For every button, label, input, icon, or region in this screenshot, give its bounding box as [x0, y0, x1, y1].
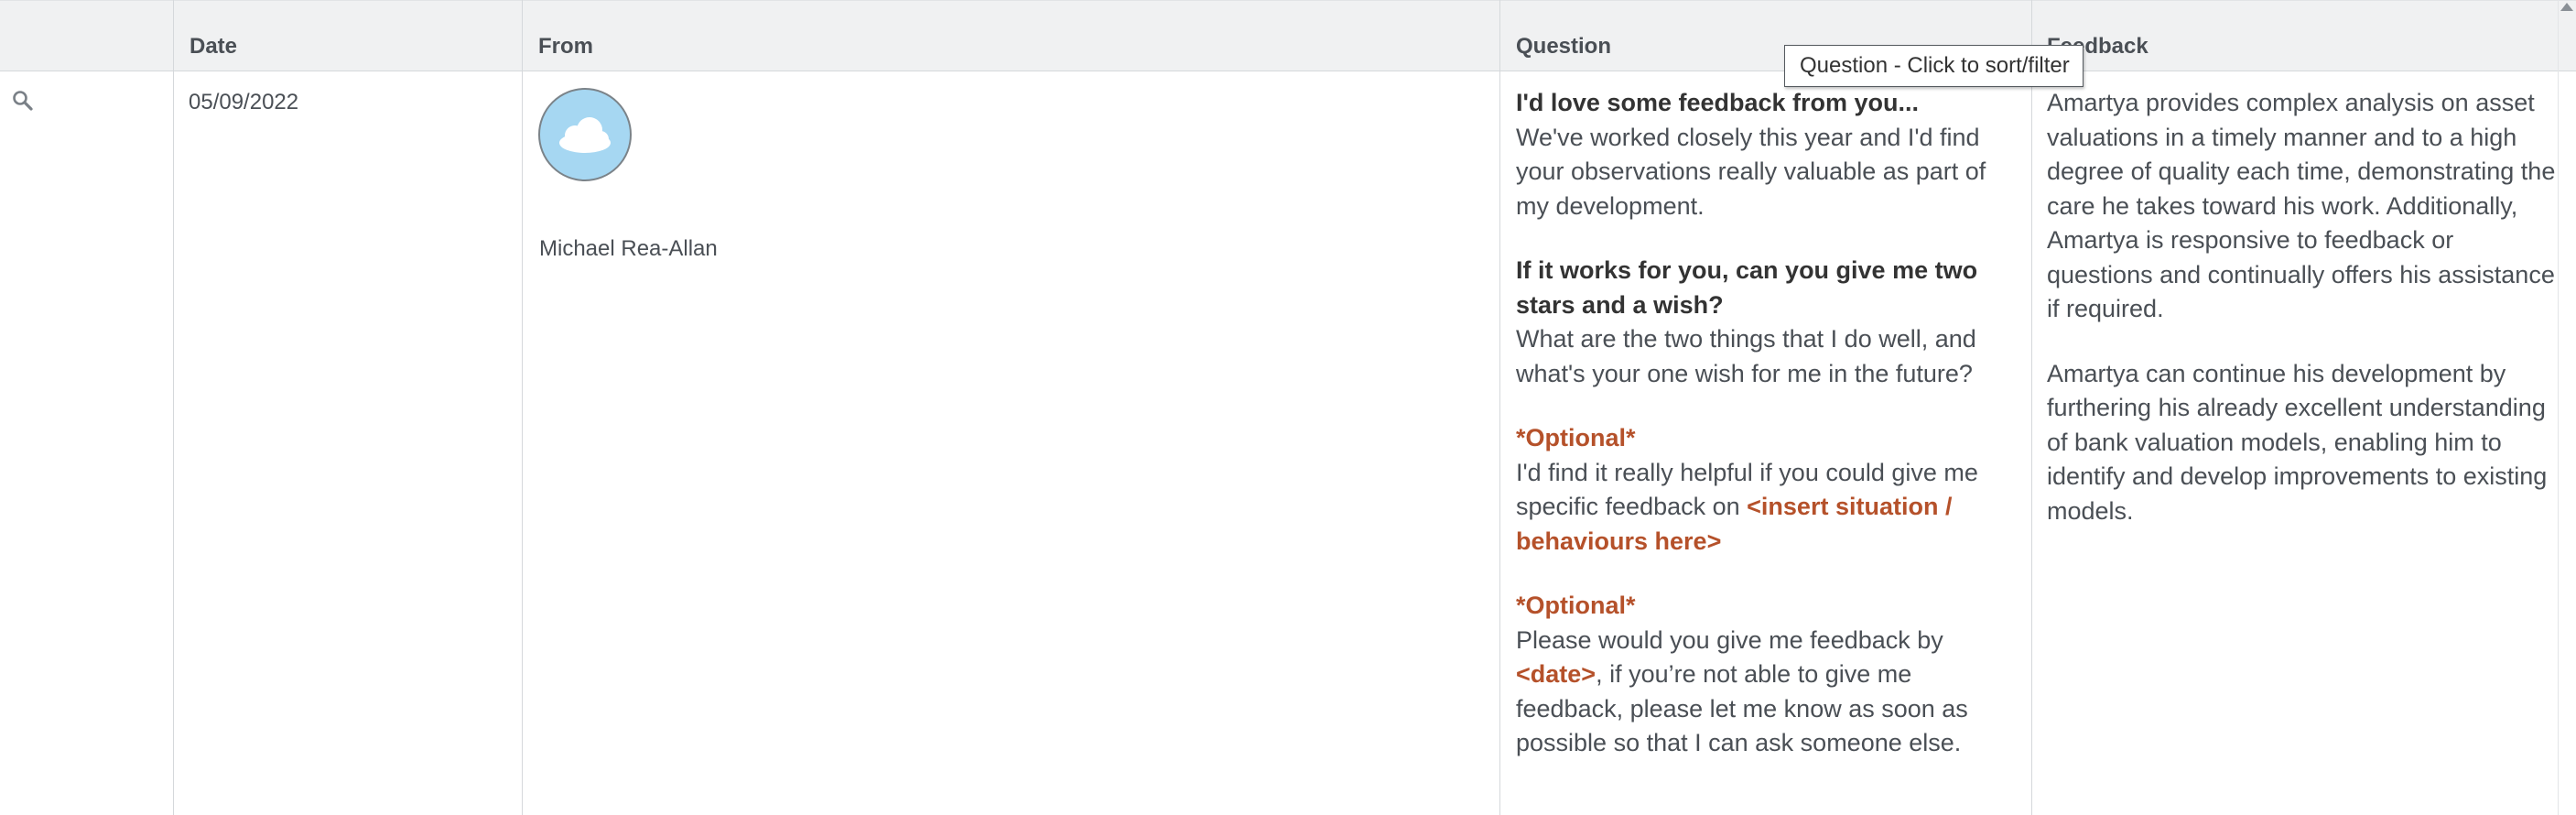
header-date[interactable]: Date: [174, 1, 523, 72]
question-paragraph: *Optional* Please would you give me feed…: [1516, 589, 2015, 761]
question-text-part: Please would you give me feedback by: [1516, 625, 1943, 654]
question-paragraph: *Optional* I'd find it really helpful if…: [1516, 421, 2015, 559]
feedback-grid: Date From Question Feedback 05/09/2022 M…: [0, 0, 2576, 815]
from-name[interactable]: Michael Rea-Allan: [539, 236, 718, 262]
question-text: We've worked closely this year and I'd f…: [1516, 123, 1986, 220]
avatar[interactable]: [538, 88, 632, 181]
scroll-up-icon[interactable]: [2558, 0, 2576, 18]
search-icon[interactable]: [11, 89, 35, 113]
cloud-avatar-icon: [559, 117, 611, 153]
column-divider: [173, 0, 174, 815]
header-actions: [0, 1, 174, 72]
question-text: What are the two things that I do well, …: [1516, 325, 1976, 387]
column-divider: [1499, 0, 1500, 815]
feedback-paragraph: Amartya provides complex analysis on ass…: [2047, 89, 2556, 322]
header-feedback[interactable]: Feedback: [2031, 1, 2558, 72]
question-heading: If it works for you, can you give me two…: [1516, 256, 1978, 319]
grid-header: Date From Question Feedback: [0, 0, 2576, 71]
placeholder-date: <date>: [1516, 660, 1596, 688]
feedback-paragraph: Amartya can continue his development by …: [2047, 359, 2548, 525]
question-text: Please would you give me feedback by <da…: [1516, 624, 2015, 761]
sort-filter-tooltip: Question - Click to sort/filter: [1784, 45, 2084, 87]
question-cell: I'd love some feedback from you... We've…: [1516, 86, 2015, 791]
row-date: 05/09/2022: [189, 90, 299, 114]
question-paragraph: I'd love some feedback from you... We've…: [1516, 86, 2015, 223]
header-from[interactable]: From: [523, 1, 1500, 72]
column-divider: [2031, 0, 2032, 815]
question-text: I'd find it really helpful if you could …: [1516, 456, 2015, 560]
optional-label: *Optional*: [1516, 592, 1636, 619]
optional-label: *Optional*: [1516, 424, 1636, 451]
question-paragraph: If it works for you, can you give me two…: [1516, 254, 2015, 391]
feedback-cell: Amartya provides complex analysis on ass…: [2047, 86, 2560, 559]
question-heading: I'd love some feedback from you...: [1516, 89, 1920, 116]
column-divider: [522, 0, 523, 815]
